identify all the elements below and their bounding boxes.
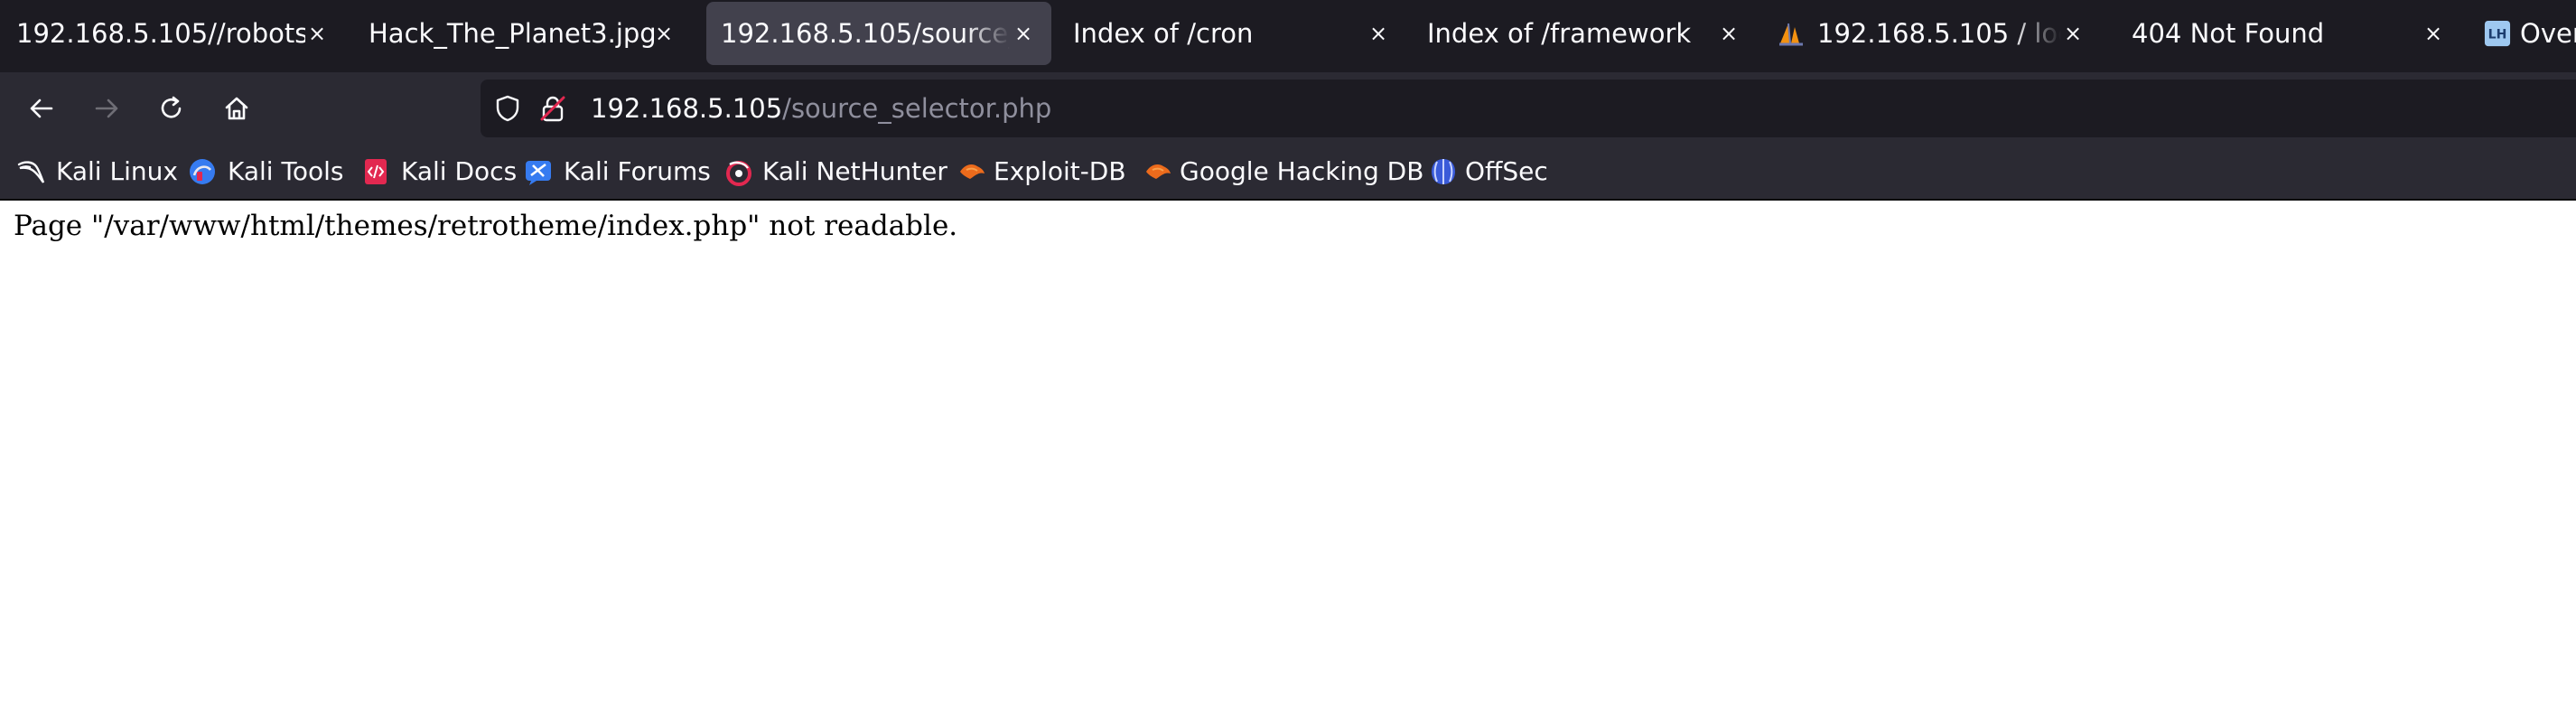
url-text[interactable]: 192.168.5.105/source_selector.php xyxy=(591,80,1051,137)
page-content: Page "/var/www/html/themes/retrotheme/in… xyxy=(0,201,2576,703)
bookmark-label: Kali Tools xyxy=(228,156,344,186)
bookmarks-toolbar: Kali Linux Kali Tools Kali Docs Kali For… xyxy=(0,145,2576,201)
bookmark-kali-nethunter[interactable]: Kali NetHunter xyxy=(724,145,947,199)
tab-title-text: Hack_The_Planet3.jpg (J xyxy=(369,18,654,49)
tab-close-icon[interactable]: × xyxy=(303,2,331,65)
reload-icon xyxy=(161,96,182,118)
tab-title: Hack_The_Planet3.jpg (J xyxy=(369,2,654,65)
kali-docs-icon xyxy=(365,159,387,184)
tab-title: Over xyxy=(2520,18,2576,49)
bookmark-kali-forums[interactable]: Kali Forums xyxy=(524,145,711,199)
lh-favicon-icon: LH xyxy=(2484,20,2511,47)
tab-robots[interactable]: 192.168.5.105//robots.txt × xyxy=(4,2,336,65)
svg-text:LH: LH xyxy=(2488,28,2507,42)
home-icon xyxy=(225,97,248,120)
nethunter-icon xyxy=(726,161,751,186)
tab-index-framework[interactable]: Index of /framework × xyxy=(1414,2,1761,65)
ghdb-icon xyxy=(1146,164,1171,179)
arrow-right-icon xyxy=(95,98,118,118)
url-path: /source_selector.php xyxy=(782,93,1052,124)
tab-index-cron[interactable]: Index of /cron × xyxy=(1060,2,1413,65)
bookmark-label: Google Hacking DB xyxy=(1180,156,1424,186)
bookmark-kali-linux[interactable]: Kali Linux xyxy=(16,145,178,199)
address-bar[interactable]: 192.168.5.105/source_selector.php xyxy=(481,80,2576,137)
tab-close-icon[interactable]: × xyxy=(1365,2,1392,65)
insecure-lock-icon[interactable] xyxy=(538,94,567,123)
bookmark-label: Kali Docs xyxy=(401,156,518,186)
kali-tools-icon xyxy=(190,159,215,184)
phpmyadmin-sail-icon xyxy=(1779,23,1803,46)
exploit-db-icon xyxy=(960,164,985,179)
bookmark-kali-docs[interactable]: Kali Docs xyxy=(361,145,517,199)
bookmark-exploit-db[interactable]: Exploit-DB xyxy=(957,145,1133,199)
bookmark-kali-tools[interactable]: Kali Tools xyxy=(188,145,343,199)
bookmark-google-hacking-db[interactable]: Google Hacking DB xyxy=(1143,145,1423,199)
navigation-toolbar: 192.168.5.105/source_selector.php xyxy=(0,72,2576,145)
kali-forums-icon xyxy=(526,161,551,185)
bookmark-label: Kali NetHunter xyxy=(762,156,947,186)
tab-close-icon[interactable]: × xyxy=(2420,2,2447,65)
arrow-left-icon xyxy=(30,98,53,118)
tab-title: Index of /cron xyxy=(1073,18,1254,49)
tab-title: Index of /framework xyxy=(1427,18,1692,49)
tab-404[interactable]: 404 Not Found × xyxy=(2119,2,2462,65)
tab-source-selector[interactable]: 192.168.5.105/source_sel × xyxy=(706,2,1051,65)
bookmark-offsec[interactable]: OffSec xyxy=(1429,145,1548,199)
tab-close-icon[interactable]: × xyxy=(1010,2,1037,65)
back-button[interactable] xyxy=(18,85,65,132)
offsec-icon xyxy=(1432,159,1455,184)
shield-icon[interactable] xyxy=(493,94,522,123)
bookmark-label: Kali Forums xyxy=(564,156,711,186)
forward-button[interactable] xyxy=(83,85,130,132)
tab-title: 404 Not Found xyxy=(2132,18,2325,49)
error-message: Page "/var/www/html/themes/retrotheme/in… xyxy=(14,210,958,242)
bookmark-label: Exploit-DB xyxy=(994,156,1126,186)
tab-hack-the-planet[interactable]: Hack_The_Planet3.jpg (J × xyxy=(354,2,688,65)
home-button[interactable] xyxy=(213,85,260,132)
kali-dragon-icon xyxy=(17,161,45,183)
tab-title: 192.168.5.105//robots.txt xyxy=(16,18,305,49)
tab-phpmyadmin[interactable]: 192.168.5.105 / localh × xyxy=(1772,2,2106,65)
tab-strip: 192.168.5.105//robots.txt × Hack_The_Pla… xyxy=(0,0,2576,72)
url-host: 192.168.5.105 xyxy=(591,93,783,124)
tab-title: 192.168.5.105/source_sel xyxy=(721,18,1010,49)
reload-button[interactable] xyxy=(148,85,195,132)
tab-close-icon[interactable]: × xyxy=(650,2,677,65)
bookmark-label: OffSec xyxy=(1465,156,1548,186)
bookmark-label: Kali Linux xyxy=(56,156,178,186)
tab-close-icon[interactable]: × xyxy=(2059,2,2086,65)
tab-title: 192.168.5.105 / localh xyxy=(1817,18,2061,49)
tab-close-icon[interactable]: × xyxy=(1715,2,1742,65)
tab-overflow[interactable]: LH Over xyxy=(2477,2,2576,65)
